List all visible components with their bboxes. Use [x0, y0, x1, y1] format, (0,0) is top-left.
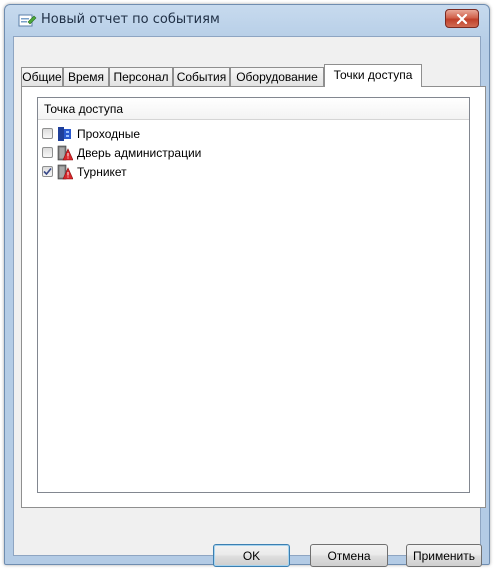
tab-events[interactable]: События: [173, 67, 230, 86]
list-item-label: Турникет: [77, 164, 127, 179]
dialog-window: Новый отчет по событиям Общие Время Перс…: [4, 4, 490, 567]
tab-time[interactable]: Время: [63, 67, 109, 86]
column-header-access-point[interactable]: Точка доступа: [38, 98, 469, 120]
checkbox-passages[interactable]: [42, 128, 53, 139]
window-title: Новый отчет по событиям: [41, 12, 220, 27]
ok-button[interactable]: OK: [213, 544, 290, 567]
door-alarm-icon: [57, 145, 73, 160]
checkbox-admin-door[interactable]: [42, 147, 53, 158]
close-icon: [456, 13, 468, 24]
apply-button[interactable]: Применить: [406, 544, 482, 567]
list-item: Проходные: [42, 125, 140, 142]
close-button[interactable]: [445, 9, 479, 28]
tab-equipment[interactable]: Оборудование: [230, 67, 324, 86]
access-points-list[interactable]: Точка доступа Проходные Дверь администра…: [37, 97, 470, 493]
tab-strip: Общие Время Персонал События Оборудовани…: [21, 64, 461, 87]
dialog-body: Общие Время Персонал События Оборудовани…: [13, 36, 486, 567]
checkmark-icon: [43, 167, 52, 176]
title-bar[interactable]: Новый отчет по событиям: [5, 5, 489, 35]
list-item-label: Проходные: [77, 126, 141, 141]
cancel-button[interactable]: Отмена: [310, 544, 388, 567]
tab-panel-access-points: Точка доступа Проходные Дверь администра…: [21, 86, 486, 508]
report-icon: [18, 14, 37, 27]
tab-general[interactable]: Общие: [21, 67, 63, 86]
list-item: Дверь администрации: [42, 144, 201, 161]
list-item: Турникет: [42, 163, 127, 180]
group-icon: [58, 126, 71, 141]
checkbox-turnstile[interactable]: [42, 166, 53, 177]
tab-access-points[interactable]: Точки доступа: [324, 64, 422, 87]
door-alarm-icon: [57, 164, 73, 179]
list-item-label: Дверь администрации: [77, 145, 202, 160]
tab-personnel[interactable]: Персонал: [109, 67, 173, 86]
